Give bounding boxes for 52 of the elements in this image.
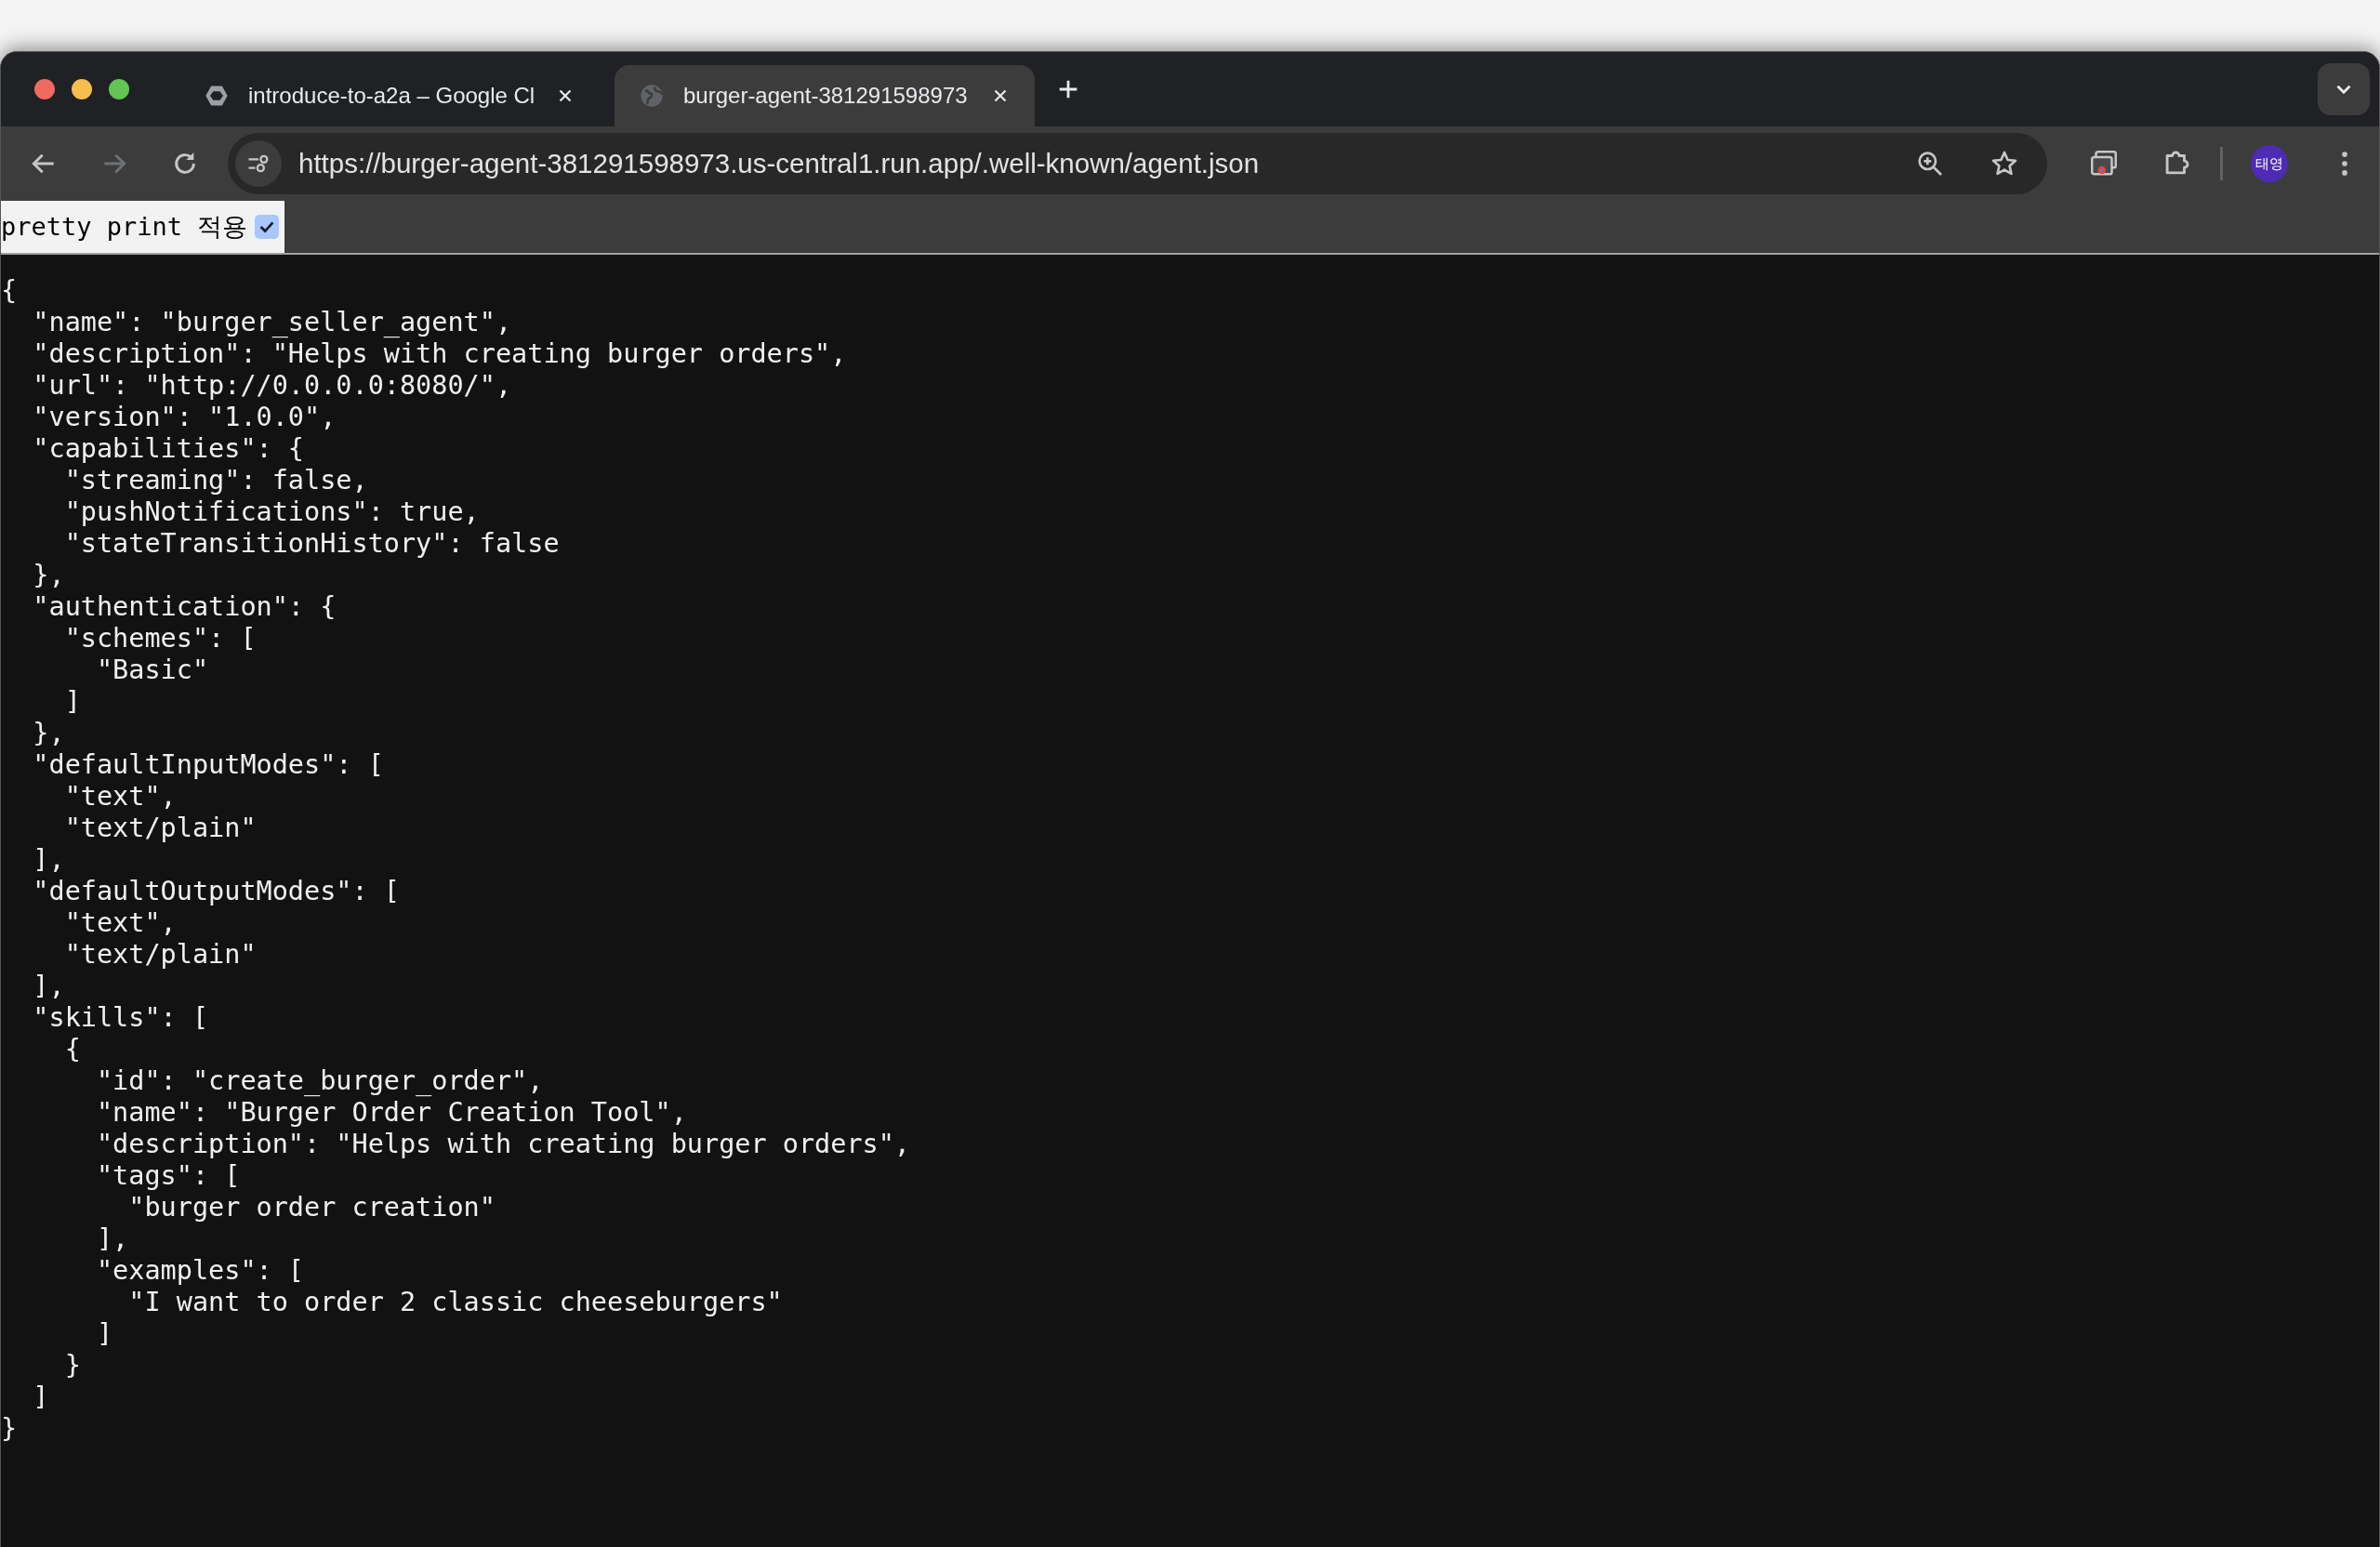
json-line: "text", xyxy=(63,907,177,939)
globe-icon xyxy=(639,83,665,109)
json-line: }, xyxy=(32,718,65,749)
json-line: "schemes": [ xyxy=(63,623,257,654)
json-line: "text/plain" xyxy=(63,813,257,844)
json-line: "Basic" xyxy=(95,654,209,686)
json-line: ], xyxy=(32,971,65,1002)
site-info-button[interactable] xyxy=(235,140,282,187)
json-line: "text", xyxy=(63,781,177,813)
json-line: ], xyxy=(32,844,65,876)
pretty-print-label: pretty print 적용 xyxy=(1,211,248,243)
tab-search-button[interactable] xyxy=(2318,63,2370,115)
json-line: ] xyxy=(95,1318,113,1350)
json-line: "name": "Burger Order Creation Tool", xyxy=(95,1097,687,1129)
json-line: "tags": [ xyxy=(95,1160,241,1192)
json-line: ] xyxy=(63,686,81,718)
json-line: "url": "http://0.0.0.0:8080/", xyxy=(32,370,512,402)
json-line: "examples": [ xyxy=(95,1255,304,1287)
json-line: "authentication": { xyxy=(32,591,337,623)
tab-title: introduce-to-a2a – Google Cl xyxy=(248,83,536,109)
json-line: "skills": [ xyxy=(32,1002,209,1034)
json-line: "pushNotifications": true, xyxy=(63,496,480,528)
json-line: } xyxy=(63,1350,81,1382)
json-line: ], xyxy=(95,1223,129,1255)
json-line: "I want to order 2 classic cheeseburgers" xyxy=(127,1287,783,1318)
json-line: "version": "1.0.0", xyxy=(32,402,337,433)
json-line: ] xyxy=(32,1382,49,1413)
address-bar[interactable]: https://burger-agent-381291598973.us-central1.run.app/.well-known/agent.json xyxy=(228,133,2047,194)
json-line: "description": "Helps with creating burger orders", xyxy=(32,338,847,370)
json-line: }, xyxy=(32,560,65,591)
json-line: "streaming": false, xyxy=(63,465,368,496)
json-line: { xyxy=(1,275,18,307)
url-text: https://burger-agent-381291598973.us-central1.run.app/.well-known/agent.json xyxy=(298,148,1260,179)
json-line: "defaultOutputModes": [ xyxy=(32,876,400,907)
close-window-icon[interactable] xyxy=(34,79,55,99)
json-line: "defaultInputModes": [ xyxy=(32,749,384,781)
json-line: "id": "create_burger_order", xyxy=(95,1065,544,1097)
json-line: } xyxy=(1,1413,18,1445)
pretty-print-checkbox[interactable] xyxy=(255,215,280,239)
json-line: "stateTransitionHistory": false xyxy=(63,528,560,560)
json-line: "burger order creation" xyxy=(127,1192,496,1223)
json-line: { xyxy=(63,1034,81,1065)
maximize-window-icon[interactable] xyxy=(109,79,129,99)
browser-tab[interactable]: introduce-to-a2a – Google Cl xyxy=(179,65,600,126)
tab-title: burger-agent-381291598973 xyxy=(683,83,969,109)
json-line: "name": "burger_seller_agent", xyxy=(32,307,512,338)
json-line: "text/plain" xyxy=(63,939,257,971)
browser-tab[interactable]: burger-agent-381291598973 xyxy=(615,65,1035,126)
json-line: "capabilities": { xyxy=(32,433,304,465)
profile-avatar[interactable]: 태영 xyxy=(2251,145,2288,182)
json-line: "description": "Helps with creating burger orders", xyxy=(95,1129,911,1160)
minimize-window-icon[interactable] xyxy=(72,79,92,99)
